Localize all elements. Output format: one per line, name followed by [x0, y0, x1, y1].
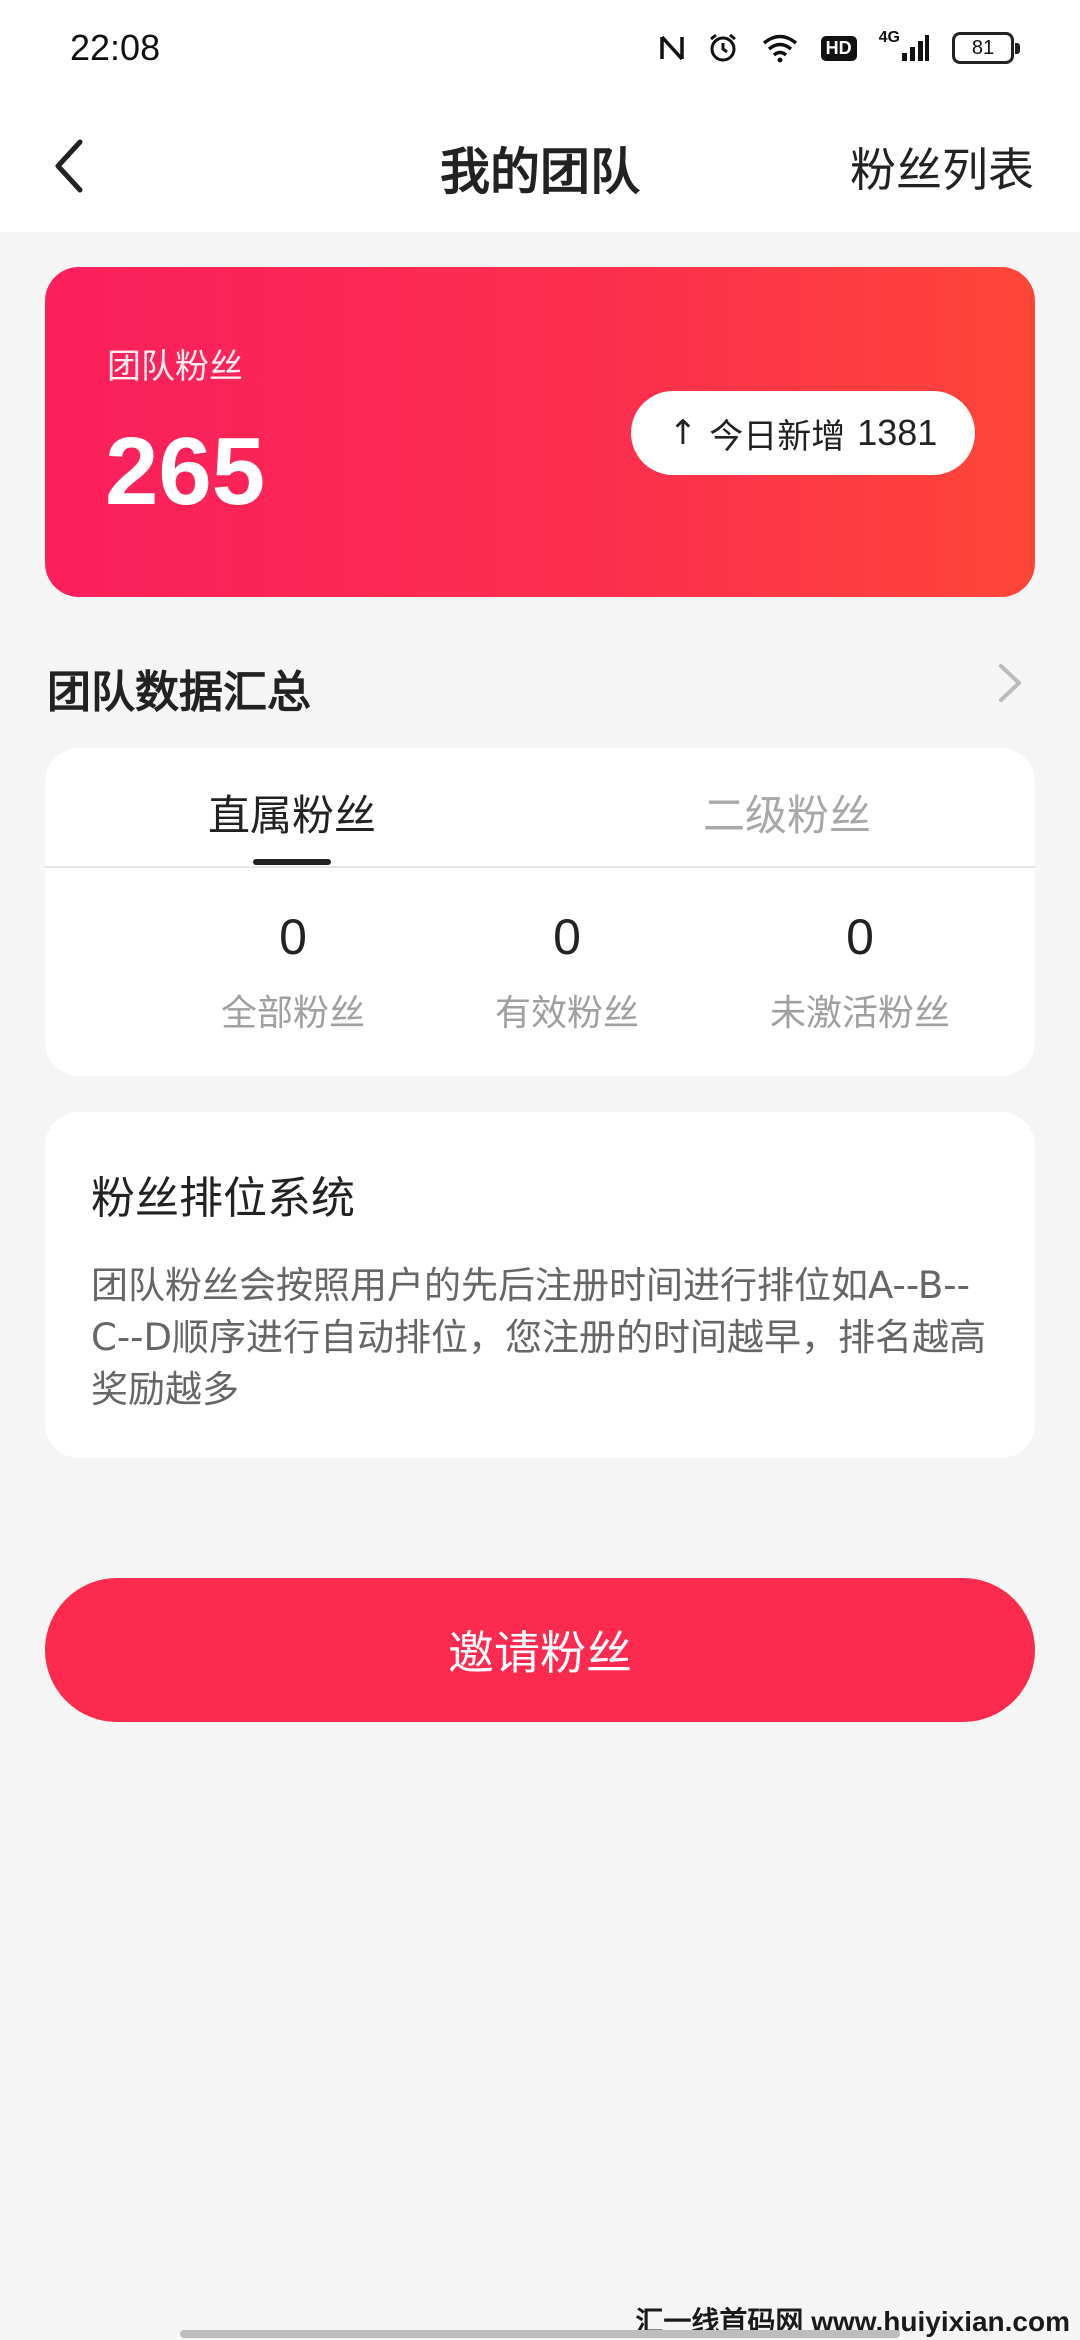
stat-label: 未激活粉丝	[769, 993, 950, 1034]
stat-valid-fans: 0 有效粉丝	[437, 908, 697, 1036]
ranking-title: 粉丝排位系统	[91, 1173, 355, 1224]
home-indicator[interactable]	[180, 2330, 900, 2338]
team-summary-title: 团队数据汇总	[47, 667, 311, 718]
stat-label: 有效粉丝	[494, 993, 639, 1034]
battery-icon: 81	[952, 32, 1020, 64]
stat-value: 0	[846, 909, 874, 965]
fans-list-link[interactable]: 粉丝列表	[850, 134, 1034, 200]
today-new-value: 1381	[857, 412, 938, 453]
team-fans-count: 265	[105, 418, 266, 525]
tab-secondary-fans[interactable]: 二级粉丝	[637, 782, 937, 843]
team-summary-header[interactable]: 团队数据汇总	[45, 650, 1035, 720]
arrow-up-icon: ↑	[668, 413, 698, 453]
tab-direct-fans[interactable]: 直属粉丝	[142, 782, 442, 843]
signal-icon: 4G	[879, 29, 930, 63]
stat-value: 0	[553, 909, 581, 965]
ranking-info-card: 粉丝排位系统 团队粉丝会按照用户的先后注册时间进行排位如A--B--C--D顺序…	[45, 1112, 1035, 1458]
fans-stats-card: 直属粉丝 二级粉丝 0 全部粉丝 0 有效粉丝 0 未激活粉丝	[45, 748, 1035, 1076]
active-tab-indicator	[253, 859, 331, 865]
network-type: 4G	[878, 29, 900, 46]
status-time: 22:08	[70, 27, 161, 68]
stat-value: 0	[279, 909, 307, 965]
chevron-right-icon	[995, 658, 1025, 712]
today-new-badge: ↑ 今日新增 1381	[631, 391, 975, 475]
ranking-description: 团队粉丝会按照用户的先后注册时间进行排位如A--B--C--D顺序进行自动排位，…	[91, 1264, 987, 1411]
status-bar: 22:08 HD 4G 81	[0, 0, 1080, 96]
nfc-icon	[659, 33, 685, 63]
stat-label: 全部粉丝	[220, 993, 365, 1034]
wifi-icon	[761, 33, 799, 63]
team-fans-card: 团队粉丝 265 ↑ 今日新增 1381	[45, 267, 1035, 597]
status-icons: HD 4G 81	[659, 29, 1020, 64]
invite-fans-button[interactable]: 邀请粉丝	[45, 1578, 1035, 1722]
alarm-icon	[707, 32, 739, 64]
team-fans-label: 团队粉丝	[107, 347, 243, 387]
nav-bar: 我的团队 粉丝列表	[0, 96, 1080, 232]
today-new-label: 今日新增	[709, 416, 846, 457]
stat-inactive-fans: 0 未激活粉丝	[730, 908, 990, 1036]
fans-tabs: 直属粉丝 二级粉丝	[45, 748, 1035, 868]
stat-all-fans: 0 全部粉丝	[163, 908, 423, 1036]
hd-badge: HD	[820, 35, 857, 61]
